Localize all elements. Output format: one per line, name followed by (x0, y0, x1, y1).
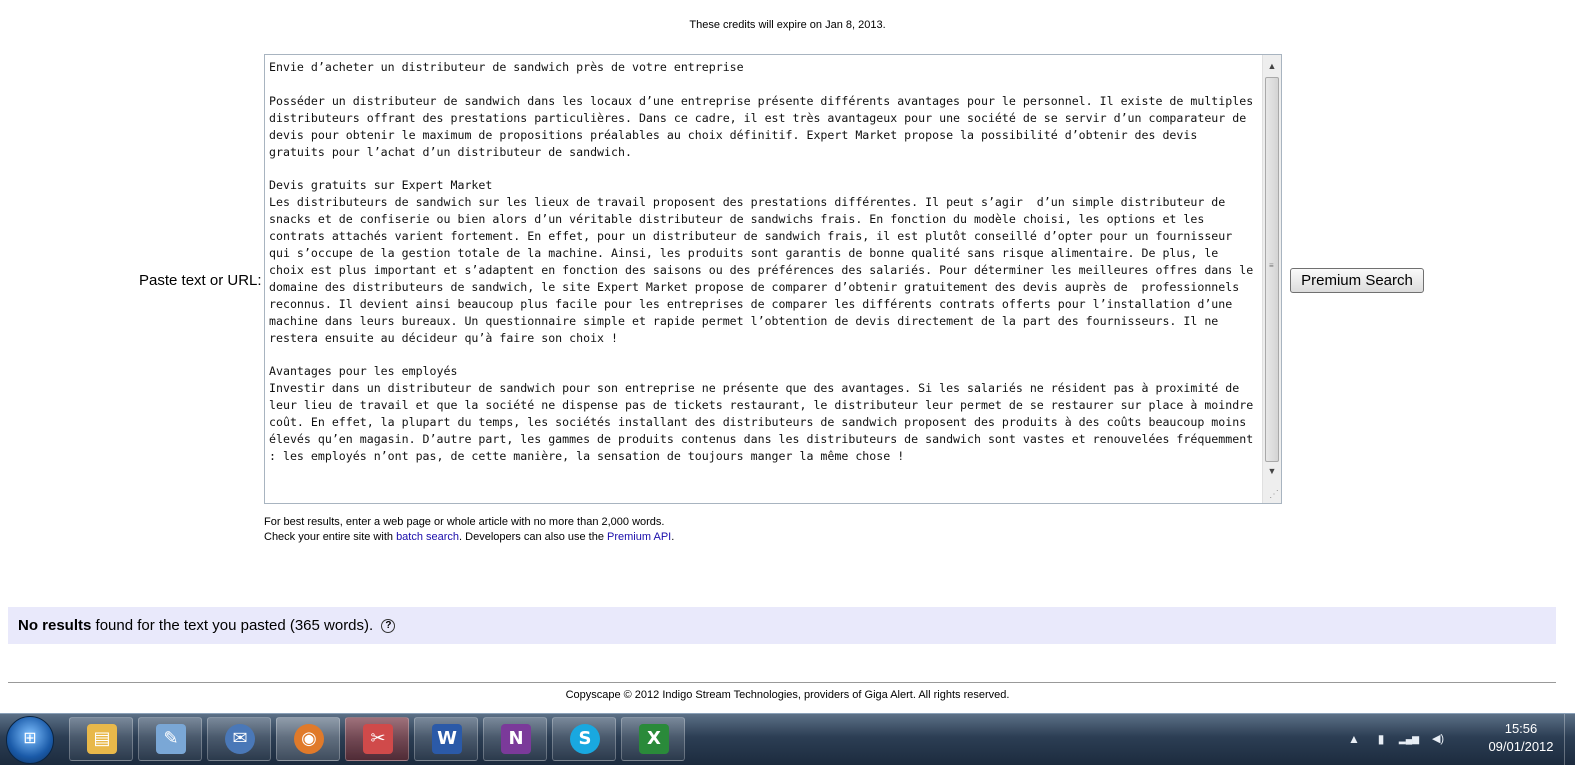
folder-icon: ▤ (87, 724, 117, 754)
batch-search-link[interactable]: batch search (396, 531, 459, 543)
footer-copyright: Copyscape © 2012 Indigo Stream Technolog… (565, 689, 1010, 701)
taskbar-word-button[interactable]: W (414, 717, 478, 761)
grip-icon: ≡ (1269, 261, 1274, 270)
onenote-icon: N (501, 724, 531, 754)
scissors-icon: ✂ (363, 724, 393, 754)
resize-grip-icon[interactable]: ⋰ (1267, 489, 1279, 501)
battery-icon[interactable]: ▮ (1373, 731, 1389, 747)
show-desktop-button[interactable] (1564, 714, 1575, 765)
hint-prefix: Check your entire site with (264, 531, 397, 543)
mail-icon: ✉ (225, 724, 255, 754)
clock-time: 15:56 (1504, 721, 1538, 736)
results-bold: No results (18, 617, 92, 634)
scroll-thumb[interactable]: ≡ (1265, 77, 1279, 462)
windows-logo-icon: ⊞ (23, 730, 37, 747)
volume-icon[interactable]: ◀) (1428, 731, 1448, 747)
results-text: found for the text you pasted (365 words… (91, 617, 374, 634)
skype-icon: S (570, 724, 600, 754)
start-button[interactable]: ⊞ (6, 716, 54, 764)
hint-middle: . Developers can also use the (459, 531, 608, 543)
help-icon[interactable]: ? (381, 619, 396, 634)
hint-suffix: . (671, 531, 675, 543)
premium-search-button[interactable]: Premium Search (1290, 268, 1424, 293)
clock[interactable]: 15:56 09/01/2012 (1481, 720, 1561, 756)
taskbar-explorer-button[interactable]: ▤ (69, 717, 133, 761)
word-icon: W (432, 724, 462, 754)
taskbar-notepad-button[interactable]: ✎ (138, 717, 202, 761)
excel-icon: X (639, 724, 669, 754)
clock-date: 09/01/2012 (1488, 739, 1554, 754)
show-hidden-icons-arrow-icon[interactable]: ▲ (1346, 731, 1362, 747)
taskbar-snipping-tool-button[interactable]: ✂ (345, 717, 409, 761)
scroll-down-arrow-icon[interactable]: ▼ (1263, 462, 1281, 480)
hint-line-1: For best results, enter a web page or wh… (264, 516, 665, 528)
taskbar-excel-button[interactable]: X (621, 717, 685, 761)
textarea-content[interactable]: Envie d’acheter un distributeur de sandw… (269, 59, 1259, 499)
premium-api-link[interactable]: Premium API (607, 531, 671, 543)
hint-line-2: Check your entire site with batch search… (264, 530, 674, 545)
credits-notice: These credits will expire on Jan 8, 2013… (689, 19, 886, 31)
results-bar: No results found for the text you pasted… (8, 607, 1556, 644)
taskbar-firefox-button[interactable]: ◉ (276, 717, 340, 761)
footer-divider (8, 682, 1556, 683)
firefox-icon: ◉ (294, 724, 324, 754)
taskbar-onenote-button[interactable]: N (483, 717, 547, 761)
paste-textarea[interactable]: Envie d’acheter un distributeur de sandw… (264, 54, 1282, 504)
notepad-icon: ✎ (156, 724, 186, 754)
system-tray: ▲ ▮ ▂▄▆ ◀) 15:56 09/01/2012 (1345, 714, 1575, 765)
taskbar: ⊞ ▤ ✎ ✉ ◉ ✂ W N S X ▲ ▮ ▂▄▆ ◀) 15:56 09/… (0, 713, 1575, 765)
textarea-scrollbar[interactable]: ▲ ≡ ▼ (1262, 55, 1281, 503)
scroll-up-arrow-icon[interactable]: ▲ (1263, 57, 1281, 75)
paste-label: Paste text or URL: (139, 272, 262, 289)
network-signal-icon[interactable]: ▂▄▆ (1398, 731, 1420, 747)
taskbar-thunderbird-button[interactable]: ✉ (207, 717, 271, 761)
taskbar-skype-button[interactable]: S (552, 717, 616, 761)
search-hint: For best results, enter a web page or wh… (264, 515, 674, 545)
